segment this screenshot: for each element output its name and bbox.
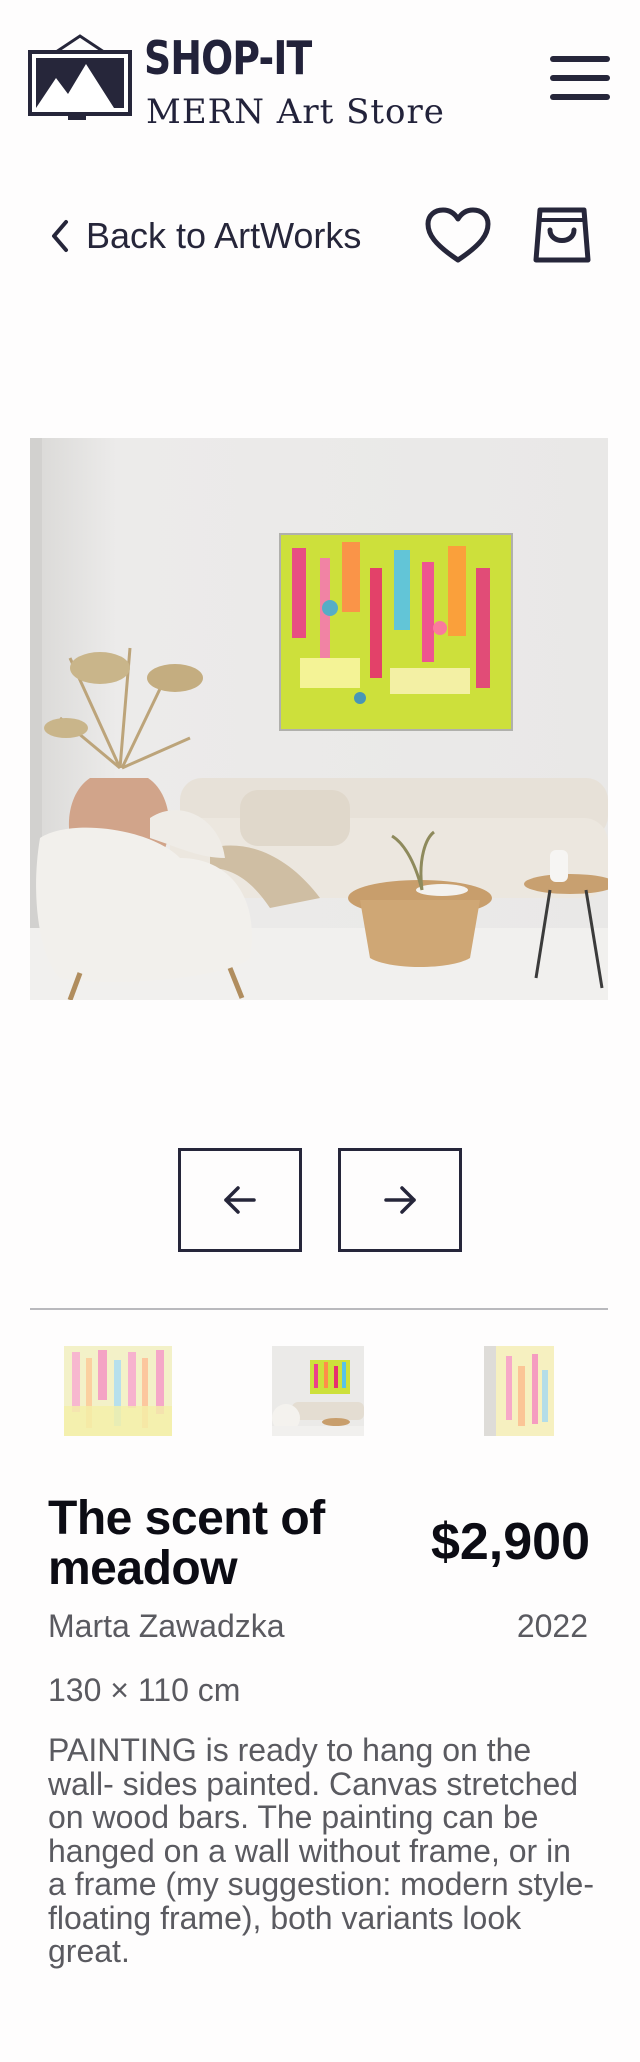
artwork-year: 2022: [516, 1608, 588, 1644]
hamburger-menu-icon[interactable]: [548, 52, 612, 104]
thumbnail-painting-in-room[interactable]: [272, 1346, 364, 1436]
product-nav-bar: Back to ArtWorks: [0, 200, 640, 272]
main-product-image[interactable]: [30, 438, 608, 1000]
thumbnail-painting-angle-detail[interactable]: [484, 1346, 554, 1436]
brand-subtitle: MERN Art Store: [146, 92, 445, 132]
shopping-bag-icon[interactable]: [530, 202, 594, 266]
chevron-left-icon: [52, 220, 68, 252]
back-link-label: Back to ArtWorks: [86, 215, 362, 256]
site-header: SHOP-IT MERN Art Store: [0, 0, 640, 170]
artist-name[interactable]: Marta Zawadzka: [48, 1606, 285, 1646]
artwork-description: PAINTING is ready to hang on the wall- s…: [48, 1732, 594, 1969]
mountain-frame-icon[interactable]: [28, 34, 132, 122]
arrow-right-icon: [384, 1186, 416, 1214]
brand-title[interactable]: SHOP-IT: [144, 32, 312, 84]
next-image-button[interactable]: [338, 1148, 462, 1252]
product-price: $2,900: [430, 1513, 590, 1571]
artwork-dimensions: 130 × 110 cm: [48, 1672, 241, 1708]
thumbnail-painting-closeup[interactable]: [64, 1346, 172, 1436]
previous-image-button[interactable]: [178, 1148, 302, 1252]
product-title: The scent of meadow: [48, 1492, 325, 1595]
heart-icon[interactable]: [424, 206, 492, 266]
gallery-divider: [30, 1308, 608, 1310]
back-to-artworks-link[interactable]: Back to ArtWorks: [46, 210, 361, 262]
arrow-left-icon: [224, 1186, 256, 1214]
